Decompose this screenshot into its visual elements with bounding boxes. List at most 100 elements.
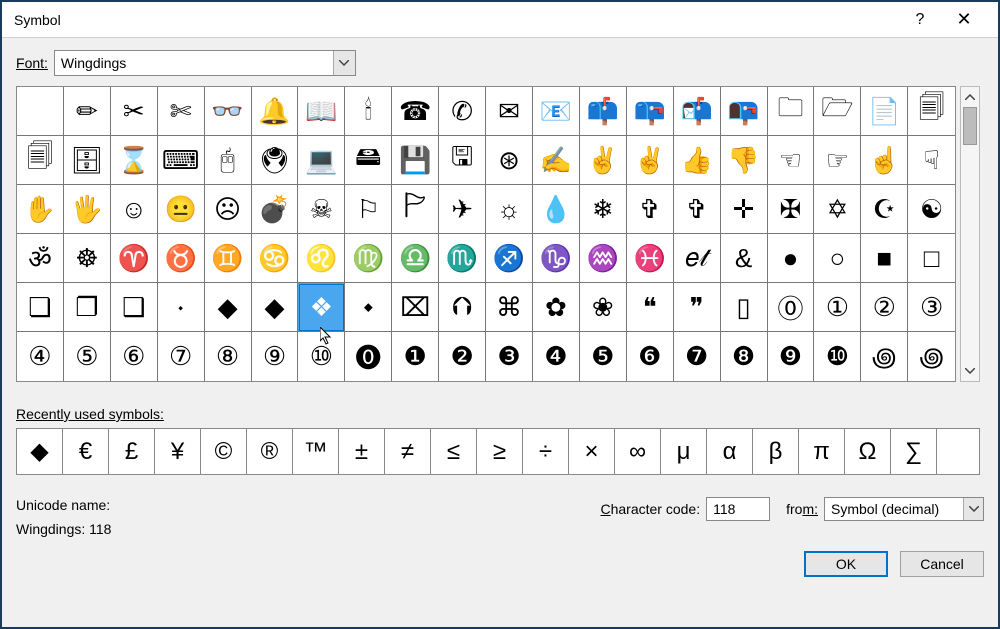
symbol-cell[interactable]: ♓ xyxy=(627,234,674,283)
recent-symbol-cell[interactable]: Ω xyxy=(845,429,891,474)
symbol-cell[interactable]: 📖 xyxy=(298,87,345,136)
symbol-cell[interactable]: 🗐 xyxy=(908,87,955,136)
symbol-cell[interactable]: ☪ xyxy=(861,185,908,234)
scroll-up-arrow[interactable] xyxy=(961,89,979,105)
symbol-cell[interactable]: ✄ xyxy=(158,87,205,136)
symbol-cell[interactable]: ⑤ xyxy=(64,332,111,381)
symbol-cell[interactable]: ⑦ xyxy=(158,332,205,381)
symbol-cell[interactable]: ⑧ xyxy=(205,332,252,381)
symbol-cell[interactable]: ⬩ xyxy=(345,283,392,332)
recent-symbol-cell[interactable]: π xyxy=(799,429,845,474)
recent-symbol-cell[interactable]: ÷ xyxy=(523,429,569,474)
symbol-cell[interactable]: ♐ xyxy=(486,234,533,283)
symbol-cell[interactable]: ☸ xyxy=(64,234,111,283)
scrollbar[interactable] xyxy=(960,86,980,382)
symbol-cell[interactable]: ⌛ xyxy=(111,136,158,185)
symbol-cell[interactable]: ✿ xyxy=(533,283,580,332)
symbol-cell[interactable]: ✌ xyxy=(627,136,674,185)
symbol-cell[interactable]: 💧 xyxy=(533,185,580,234)
symbol-cell[interactable]: ♑ xyxy=(533,234,580,283)
symbol-cell[interactable]: ✍ xyxy=(533,136,580,185)
symbol-cell[interactable]: 💻 xyxy=(298,136,345,185)
symbol-cell[interactable]: 🗄 xyxy=(64,136,111,185)
symbol-cell[interactable]: ♍ xyxy=(345,234,392,283)
symbol-cell[interactable]: 🗀 xyxy=(768,87,815,136)
symbol-cell[interactable]: 😐 xyxy=(158,185,205,234)
symbol-cell[interactable]: ✡ xyxy=(814,185,861,234)
symbol-cell[interactable]: □ xyxy=(908,234,955,283)
font-dropdown-button[interactable] xyxy=(333,51,355,75)
symbol-cell[interactable]: 🔔 xyxy=(252,87,299,136)
symbol-cell[interactable]: ✉ xyxy=(486,87,533,136)
symbol-cell[interactable]: 🕯 xyxy=(345,87,392,136)
symbol-cell[interactable]: 🏱 xyxy=(392,185,439,234)
symbol-cell[interactable]: ❷ xyxy=(439,332,486,381)
recent-symbol-cell[interactable]: β xyxy=(753,429,799,474)
symbol-cell[interactable]: ✆ xyxy=(439,87,486,136)
symbol-cell[interactable]: ✋ xyxy=(17,185,64,234)
symbol-cell[interactable]: ○ xyxy=(814,234,861,283)
symbol-cell[interactable]: ⊛ xyxy=(486,136,533,185)
symbol-cell[interactable]: 🖲 xyxy=(252,136,299,185)
symbol-cell[interactable]: ☎ xyxy=(392,87,439,136)
symbol-cell[interactable]: ♏ xyxy=(439,234,486,283)
symbol-cell[interactable]: ✈ xyxy=(439,185,486,234)
symbol-cell[interactable]: ● xyxy=(768,234,815,283)
symbol-cell[interactable]: ☠ xyxy=(298,185,345,234)
recent-symbol-cell[interactable]: μ xyxy=(661,429,707,474)
symbol-cell[interactable]: 🗁 xyxy=(814,87,861,136)
from-dropdown-button[interactable] xyxy=(963,498,983,520)
symbol-cell[interactable]: ♌ xyxy=(298,234,345,283)
symbol-cell[interactable]: ❾ xyxy=(768,332,815,381)
symbol-cell[interactable]: ④ xyxy=(17,332,64,381)
symbol-cell[interactable]: 📫 xyxy=(580,87,627,136)
recent-symbol-cell[interactable]: ◆ xyxy=(17,429,63,474)
symbol-cell[interactable]: ♊ xyxy=(205,234,252,283)
symbol-cell[interactable]: ⑨ xyxy=(252,332,299,381)
font-select[interactable]: Wingdings xyxy=(54,50,356,76)
symbol-cell[interactable]: ⓿ xyxy=(345,332,392,381)
symbol-cell[interactable]: ❞ xyxy=(674,283,721,332)
symbol-cell[interactable]: ⓪ xyxy=(768,283,815,332)
symbol-cell[interactable]: ❄ xyxy=(580,185,627,234)
symbol-cell[interactable]: ॐ xyxy=(17,234,64,283)
symbol-cell[interactable]: 📄 xyxy=(861,87,908,136)
symbol-cell[interactable]: ☼ xyxy=(486,185,533,234)
symbol-cell[interactable]: ❀ xyxy=(580,283,627,332)
symbol-cell[interactable]: ✂ xyxy=(111,87,158,136)
symbol-cell[interactable]: ♈ xyxy=(111,234,158,283)
symbol-cell[interactable]: ◆ xyxy=(252,283,299,332)
symbol-cell[interactable]: ❐ xyxy=(64,283,111,332)
symbol-cell[interactable]: ✏ xyxy=(64,87,111,136)
symbol-cell[interactable]: ✠ xyxy=(768,185,815,234)
symbol-cell[interactable]: ❻ xyxy=(627,332,674,381)
recent-symbol-cell[interactable]: α xyxy=(707,429,753,474)
symbol-cell[interactable]: ⌧ xyxy=(392,283,439,332)
recent-symbol-cell[interactable]: × xyxy=(569,429,615,474)
ok-button[interactable]: OK xyxy=(804,551,888,577)
symbol-cell[interactable]: 🖴 xyxy=(345,136,392,185)
symbol-cell[interactable]: ☝ xyxy=(861,136,908,185)
symbol-cell[interactable]: ⑥ xyxy=(111,332,158,381)
symbol-cell[interactable]: ❖ xyxy=(298,283,345,332)
recent-symbol-cell[interactable]: ∑ xyxy=(891,429,937,474)
symbol-cell[interactable]: ❸ xyxy=(486,332,533,381)
symbol-cell[interactable]: ❹ xyxy=(533,332,580,381)
symbol-cell[interactable]: ❼ xyxy=(674,332,721,381)
symbol-cell[interactable]: ♒ xyxy=(580,234,627,283)
symbol-cell[interactable]: 🖫 xyxy=(439,136,486,185)
symbol-cell[interactable]: ❑ xyxy=(111,283,158,332)
symbol-cell[interactable]: ☺ xyxy=(111,185,158,234)
symbol-cell[interactable]: 📭 xyxy=(721,87,768,136)
recent-symbol-cell[interactable]: ≥ xyxy=(477,429,523,474)
symbol-cell[interactable]: ꩜ xyxy=(861,332,908,381)
symbol-cell[interactable]: ✌ xyxy=(580,136,627,185)
symbol-cell[interactable]: ❝ xyxy=(627,283,674,332)
char-code-input[interactable] xyxy=(706,497,770,521)
symbol-cell[interactable]: ꩜ xyxy=(908,332,955,381)
symbol-cell[interactable]: ⌨ xyxy=(158,136,205,185)
recent-symbol-cell[interactable]: ± xyxy=(339,429,385,474)
recent-symbol-cell[interactable]: ® xyxy=(247,429,293,474)
symbol-cell[interactable]: ☞ xyxy=(814,136,861,185)
symbol-cell[interactable]: 👍 xyxy=(674,136,721,185)
